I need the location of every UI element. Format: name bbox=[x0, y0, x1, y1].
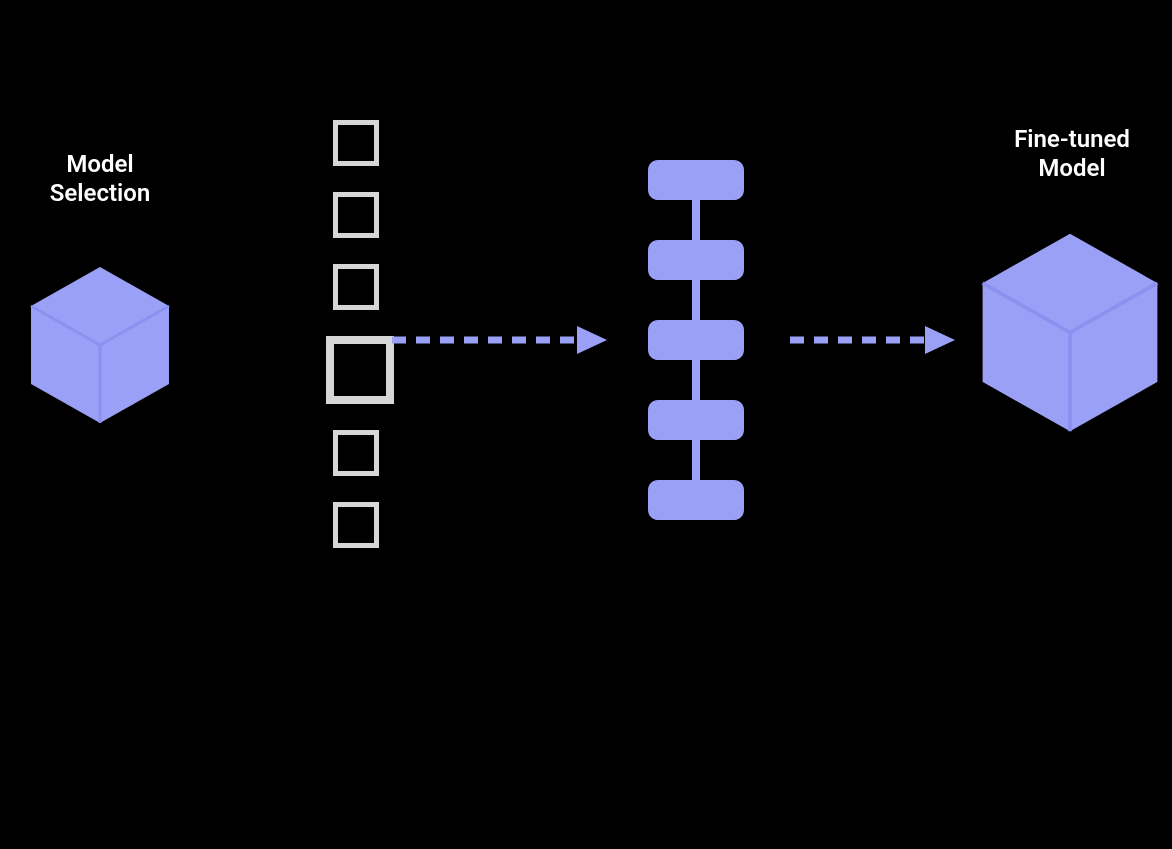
hexagon-model-selection-icon bbox=[25, 260, 175, 430]
label-model-selection: Model Selection bbox=[0, 150, 200, 208]
label-line: Selection bbox=[50, 179, 151, 207]
arrow-dashed-right-icon bbox=[392, 314, 612, 366]
layer-square-icon bbox=[333, 502, 379, 548]
model-layer-block-icon bbox=[648, 240, 744, 280]
label-line: Fine-tuned bbox=[1014, 125, 1130, 153]
model-layer-block-icon bbox=[648, 400, 744, 440]
layer-square-selected-icon bbox=[326, 336, 394, 404]
arrow-dashed-right-icon bbox=[790, 314, 960, 366]
label-line: Model bbox=[66, 150, 133, 178]
layer-square-icon bbox=[333, 192, 379, 238]
layer-selector-column bbox=[326, 120, 386, 574]
label-fine-tuned-model: Fine-tuned Model bbox=[972, 125, 1172, 183]
model-layer-block-icon bbox=[648, 160, 744, 200]
model-layer-block-icon bbox=[648, 320, 744, 360]
hexagon-fine-tuned-model-icon bbox=[975, 225, 1165, 440]
layer-square-icon bbox=[333, 264, 379, 310]
label-line: Model bbox=[1038, 154, 1105, 182]
arrow-dashed-icon bbox=[180, 322, 340, 362]
layer-square-icon bbox=[333, 120, 379, 166]
diagram-stage: Model Selection Fine-tuned Model bbox=[0, 0, 1172, 849]
layer-square-icon bbox=[333, 430, 379, 476]
model-layers-column bbox=[648, 160, 744, 520]
model-layer-block-icon bbox=[648, 480, 744, 520]
